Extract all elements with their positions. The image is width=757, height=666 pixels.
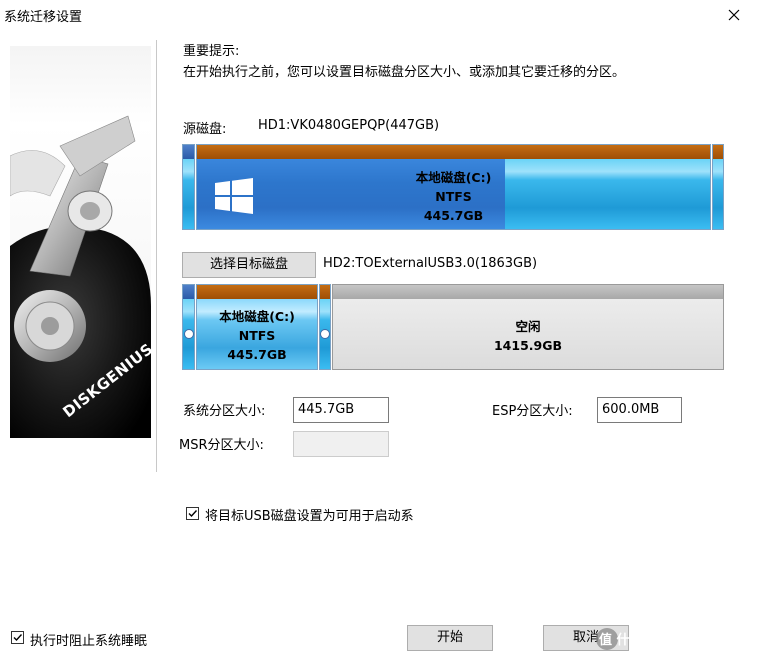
system-partition-size-label: 系统分区大小: <box>183 404 266 419</box>
usb-bootable-label[interactable]: 将目标USB磁盘设置为可用于启动系 <box>205 505 414 524</box>
window-title: 系统迁移设置 <box>4 10 83 25</box>
msr-partition-size-input <box>293 431 389 457</box>
target-partition-name: 本地磁盘(C:) <box>219 309 295 324</box>
select-target-disk-button[interactable]: 选择目标磁盘 <box>182 252 316 278</box>
msr-partition-size-label: MSR分区大小: <box>179 438 264 453</box>
source-partition-name: 本地磁盘(C:) <box>415 170 492 185</box>
usb-bootable-checkbox[interactable] <box>186 507 199 520</box>
source-disk-name: HD1:VK0480GEPQP(447GB) <box>258 118 440 133</box>
source-partition-c[interactable]: 本地磁盘(C:) NTFS 445.7GB <box>196 144 711 230</box>
esp-partition-size-input[interactable]: 600.0MB <box>597 397 682 423</box>
esp-partition-size-label: ESP分区大小: <box>492 404 573 419</box>
source-small-partition-right[interactable] <box>712 144 724 230</box>
target-partition-fs: NTFS <box>238 328 276 343</box>
notice-heading: 重要提示: <box>183 44 240 59</box>
target-disk-map: 本地磁盘(C:) NTFS 445.7GB 空闲 1415.9GB <box>182 284 724 370</box>
target-small-partition-mid[interactable] <box>319 284 331 370</box>
source-partition-fs: NTFS <box>435 189 472 204</box>
resize-handle-icon[interactable] <box>320 329 330 339</box>
system-partition-size-input[interactable]: 445.7GB <box>293 397 389 423</box>
checkmark-icon <box>188 510 198 518</box>
diskgenius-side-image: DISKGENIUS <box>10 46 151 438</box>
free-space-label: 空闲 <box>515 319 541 334</box>
target-partition-c[interactable]: 本地磁盘(C:) NTFS 445.7GB <box>196 284 318 370</box>
smzdm-watermark: 值 什么值得买 <box>595 627 755 651</box>
title-bar: 系统迁移设置 <box>0 0 757 30</box>
source-disk-label: 源磁盘: <box>183 122 227 137</box>
target-disk-name: HD2:TOExternalUSB3.0(1863GB) <box>323 256 538 271</box>
close-icon <box>728 9 740 21</box>
free-space-size: 1415.9GB <box>493 338 563 353</box>
prevent-sleep-checkbox[interactable] <box>11 631 24 644</box>
start-button[interactable]: 开始 <box>407 625 493 651</box>
target-free-space[interactable]: 空闲 1415.9GB <box>332 284 724 370</box>
prevent-sleep-label[interactable]: 执行时阻止系统睡眠 <box>30 630 147 649</box>
hard-disk-illustration: DISKGENIUS <box>10 115 151 438</box>
source-partition-size: 445.7GB <box>423 208 484 223</box>
target-partition-size: 445.7GB <box>227 347 287 362</box>
target-small-partition-left[interactable] <box>182 284 195 370</box>
notice-text: 在开始执行之前，您可以设置目标磁盘分区大小、或添加其它要迁移的分区。 <box>183 65 626 80</box>
source-small-partition-left[interactable] <box>182 144 195 230</box>
resize-handle-icon[interactable] <box>184 329 194 339</box>
source-disk-map: 本地磁盘(C:) NTFS 445.7GB <box>182 144 724 230</box>
checkmark-icon <box>13 634 23 642</box>
watermark-text: 值 什么值得买 <box>599 633 682 648</box>
close-button[interactable] <box>711 0 757 30</box>
vertical-separator <box>156 40 157 472</box>
